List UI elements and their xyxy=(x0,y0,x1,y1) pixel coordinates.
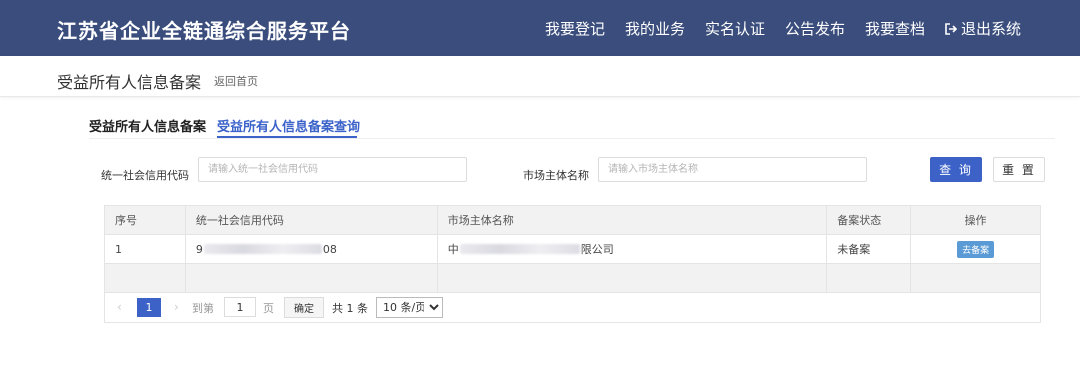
goto-label: 到第 xyxy=(192,302,214,315)
total-count: 共 1 条 xyxy=(332,302,368,315)
table-row-empty xyxy=(104,263,1041,293)
tab-filing-query[interactable]: 受益所有人信息备案查询 xyxy=(217,116,360,135)
reset-button[interactable]: 重 置 xyxy=(993,157,1045,182)
table-row: 1 9 08 中 限公司 未备案 去备案 xyxy=(104,234,1041,264)
tab-divider xyxy=(89,138,1055,139)
empty-cell xyxy=(826,263,912,293)
goto-confirm-button[interactable]: 确定 xyxy=(284,297,324,318)
column-header-status: 备案状态 xyxy=(826,205,912,235)
cell-index: 1 xyxy=(104,234,186,264)
logout-label: 退出系统 xyxy=(961,20,1022,38)
column-header-action: 操作 xyxy=(910,205,1041,235)
credit-code-end: 08 xyxy=(322,242,337,256)
nav-announcement[interactable]: 公告发布 xyxy=(785,18,845,39)
cell-action: 去备案 xyxy=(910,234,1041,264)
entity-name-end: 限公司 xyxy=(580,243,614,256)
credit-code-start: 9 xyxy=(195,242,203,256)
nav-archive-query[interactable]: 我要查档 xyxy=(865,18,925,39)
nav-logout[interactable]: 退出系统 xyxy=(944,18,1021,39)
redaction-blur xyxy=(203,243,322,254)
cell-credit-code: 9 08 xyxy=(184,234,438,264)
logout-icon xyxy=(945,23,958,35)
page-title: 受益所有人信息备案 xyxy=(57,73,202,92)
redaction-blur xyxy=(459,244,580,254)
page-unit-label: 页 xyxy=(263,302,274,315)
results-table: 序号 统一社会信用代码 市场主体名称 备案状态 操作 1 9 08 中 限公司 未备… xyxy=(104,205,1041,293)
credit-code-label: 统一社会信用代码 xyxy=(101,169,189,182)
entity-name-input[interactable] xyxy=(598,157,867,182)
breadcrumb: 受益所有人信息备案 返回首页 xyxy=(0,56,1080,97)
go-filing-button[interactable]: 去备案 xyxy=(957,240,995,258)
back-home-link[interactable]: 返回首页 xyxy=(214,73,258,89)
column-header-index: 序号 xyxy=(104,205,186,235)
goto-page-input[interactable] xyxy=(224,297,256,317)
page-size-select[interactable]: 10 条/页 xyxy=(376,297,443,318)
query-button[interactable]: 查 询 xyxy=(930,157,982,182)
nav-my-business[interactable]: 我的业务 xyxy=(625,18,685,39)
table-header-row: 序号 统一社会信用代码 市场主体名称 备案状态 操作 xyxy=(104,205,1041,235)
entity-name-label: 市场主体名称 xyxy=(523,169,589,182)
empty-cell xyxy=(436,263,828,293)
empty-cell xyxy=(104,263,186,293)
cell-entity-name: 中 限公司 xyxy=(436,234,828,264)
platform-logo[interactable]: 江苏省企业全链通综合服务平台 xyxy=(57,15,351,44)
page-number-current[interactable]: 1 xyxy=(137,298,161,317)
empty-cell xyxy=(184,263,438,293)
cell-status: 未备案 xyxy=(826,234,912,264)
credit-code-input[interactable] xyxy=(198,157,467,182)
column-header-credit-code: 统一社会信用代码 xyxy=(184,205,438,235)
nav-register[interactable]: 我要登记 xyxy=(545,18,605,39)
entity-name-start: 中 xyxy=(447,243,459,256)
prev-page-button[interactable]: ‹ xyxy=(117,300,122,314)
tab-filing[interactable]: 受益所有人信息备案 xyxy=(89,116,206,135)
column-header-entity-name: 市场主体名称 xyxy=(436,205,828,235)
empty-cell xyxy=(910,263,1041,293)
next-page-button[interactable]: › xyxy=(174,300,179,314)
nav-real-name-auth[interactable]: 实名认证 xyxy=(705,18,765,39)
top-header: 江苏省企业全链通综合服务平台 我要登记 我的业务 实名认证 公告发布 我要查档 … xyxy=(0,0,1080,56)
